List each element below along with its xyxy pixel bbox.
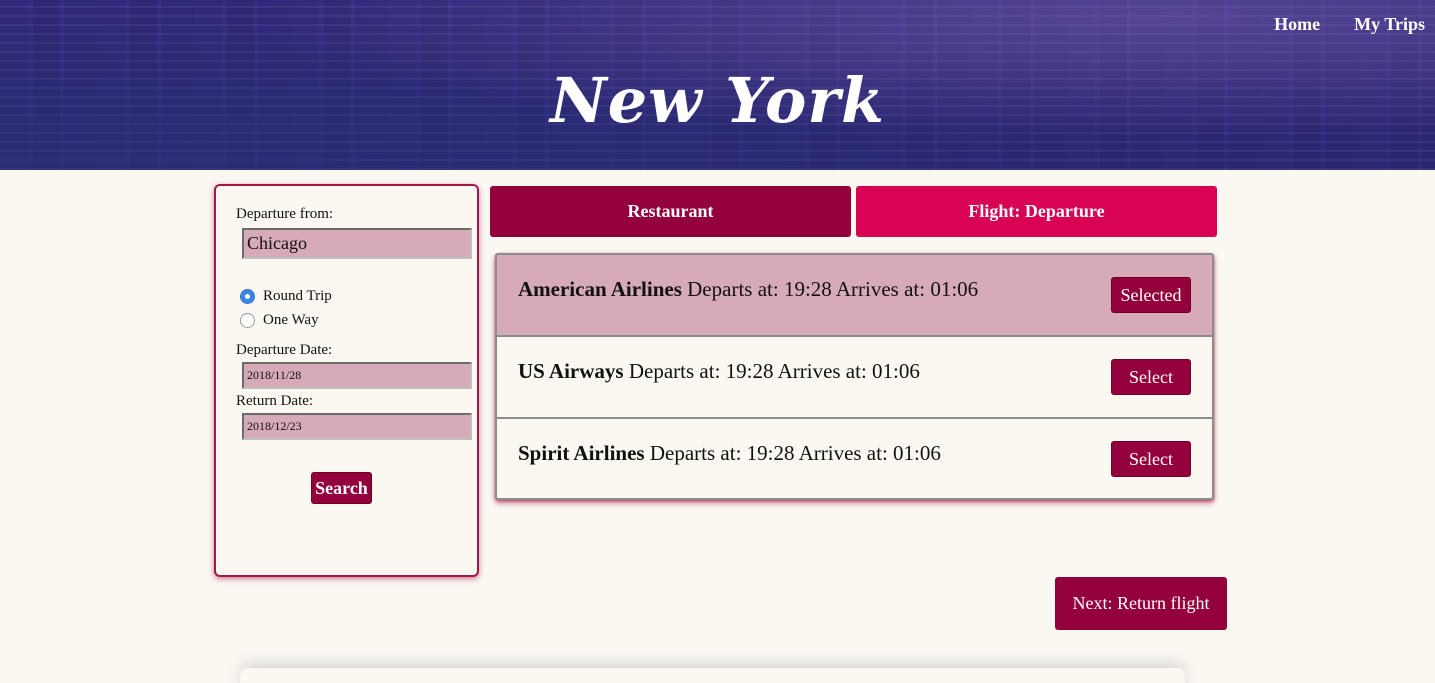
top-nav: Home My Trips (1274, 14, 1425, 35)
flight-search-panel: Departure from: Round Trip One Way Depar… (214, 184, 479, 577)
round-trip-radio[interactable] (240, 288, 255, 304)
round-trip-label: Round Trip (263, 287, 332, 304)
nav-my-trips-link[interactable]: My Trips (1354, 14, 1425, 35)
trip-type-group: Round Trip One Way (240, 284, 469, 332)
airline-name: Spirit Airlines (518, 441, 645, 465)
flight-info: Spirit Airlines Departs at: 19:28 Arrive… (518, 441, 941, 466)
return-date-input[interactable] (242, 413, 472, 440)
return-date-label: Return Date: (236, 393, 314, 409)
nav-home-link[interactable]: Home (1274, 14, 1320, 35)
flight-results-list: American Airlines Departs at: 19:28 Arri… (495, 253, 1214, 500)
flight-row[interactable]: Spirit Airlines Departs at: 19:28 Arrive… (497, 419, 1212, 498)
next-return-flight-button[interactable]: Next: Return flight (1055, 577, 1227, 630)
flight-times: Departs at: 19:28 Arrives at: 01:06 (623, 359, 920, 383)
tab-flight-departure[interactable]: Flight: Departure (856, 186, 1217, 237)
airline-name: American Airlines (518, 277, 682, 301)
departure-date-input[interactable] (242, 362, 472, 389)
page-title: New York (550, 64, 885, 137)
selected-button[interactable]: Selected (1111, 277, 1191, 313)
tab-restaurant[interactable]: Restaurant (490, 186, 851, 237)
one-way-option[interactable]: One Way (240, 308, 469, 332)
flight-times: Departs at: 19:28 Arrives at: 01:06 (681, 277, 979, 301)
footer-card-edge (240, 668, 1185, 683)
flight-row[interactable]: American Airlines Departs at: 19:28 Arri… (497, 255, 1212, 337)
flight-info: US Airways Departs at: 19:28 Arrives at:… (518, 359, 920, 384)
departure-date-label: Departure Date: (236, 342, 333, 358)
select-button[interactable]: Select (1111, 359, 1191, 395)
search-button[interactable]: Search (311, 472, 372, 504)
flight-times: Departs at: 19:28 Arrives at: 01:06 (644, 441, 941, 465)
select-button[interactable]: Select (1111, 441, 1191, 477)
one-way-radio[interactable] (240, 312, 255, 328)
departure-from-input[interactable] (242, 228, 472, 259)
header-banner: New York Home My Trips (0, 0, 1435, 170)
round-trip-option[interactable]: Round Trip (240, 284, 469, 308)
flight-row[interactable]: US Airways Departs at: 19:28 Arrives at:… (497, 337, 1212, 419)
airline-name: US Airways (518, 359, 624, 383)
one-way-label: One Way (263, 311, 319, 328)
departure-from-label: Departure from: (236, 206, 334, 222)
flight-info: American Airlines Departs at: 19:28 Arri… (518, 277, 978, 302)
